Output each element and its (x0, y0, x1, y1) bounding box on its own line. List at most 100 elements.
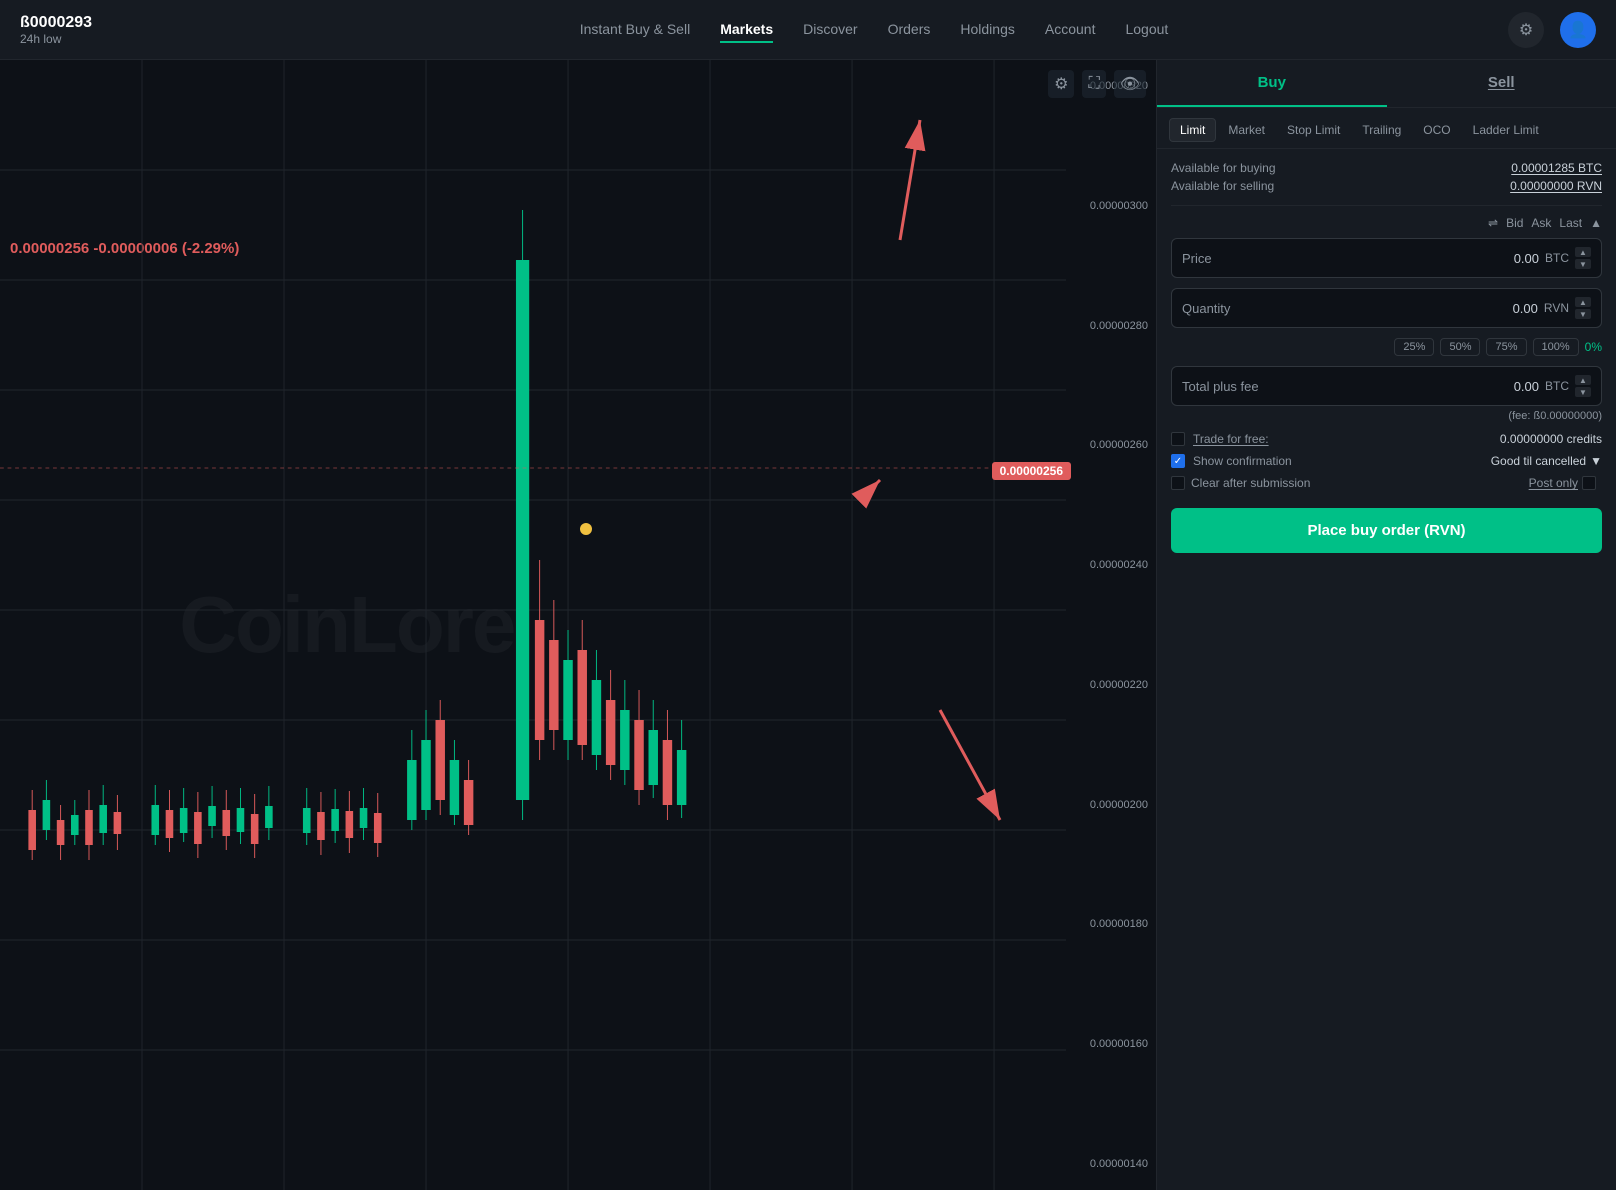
available-section: Available for buying 0.00001285 BTC Avai… (1171, 161, 1602, 206)
trade-for-free-value: 0.00000000 credits (1500, 432, 1602, 446)
quantity-down-btn[interactable]: ▼ (1575, 309, 1591, 319)
nav-links: Instant Buy & Sell Markets Discover Orde… (240, 17, 1508, 43)
trade-for-free-checkbox[interactable] (1171, 432, 1185, 446)
nav-right-controls: ⚙ 👤 (1508, 12, 1596, 48)
nav-orders[interactable]: Orders (888, 17, 931, 43)
pct-50-btn[interactable]: 50% (1440, 338, 1480, 356)
price-level-10: 0.00000140 (1074, 1158, 1148, 1170)
nav-logout[interactable]: Logout (1125, 17, 1168, 43)
trade-for-free-row: Trade for free: 0.00000000 credits (1171, 432, 1602, 446)
bid-ask-row: ⇌ Bid Ask Last ▲ (1171, 216, 1602, 230)
price-level-2: 0.00000300 (1074, 200, 1148, 212)
available-selling-row: Available for selling 0.00000000 RVN (1171, 179, 1602, 193)
total-currency: BTC (1545, 379, 1569, 393)
expand-icon[interactable]: ⛶ (1082, 70, 1105, 98)
total-up-btn[interactable]: ▲ (1575, 375, 1591, 385)
top-navigation: ß0000293 24h low Instant Buy & Sell Mark… (0, 0, 1616, 60)
order-tab-oco[interactable]: OCO (1413, 118, 1460, 142)
post-only-row: Post only (1529, 476, 1602, 490)
price-level-6: 0.00000220 (1074, 679, 1148, 691)
good-til-cancelled-dropdown[interactable]: Good til cancelled ▼ (1491, 454, 1602, 468)
pct-75-btn[interactable]: 75% (1486, 338, 1526, 356)
user-avatar[interactable]: 👤 (1560, 12, 1596, 48)
order-tab-ladder[interactable]: Ladder Limit (1463, 118, 1549, 142)
nav-discover[interactable]: Discover (803, 17, 857, 43)
price-level-4: 0.00000260 (1074, 439, 1148, 451)
chart-toolbar: ⚙ ⛶ 👁 (1048, 70, 1146, 98)
settings-icon-button[interactable]: ⚙ (1508, 12, 1544, 48)
post-only-checkbox[interactable] (1582, 476, 1596, 490)
sell-tab[interactable]: Sell (1387, 60, 1616, 107)
nav-account[interactable]: Account (1045, 17, 1096, 43)
price-level-9: 0.00000160 (1074, 1038, 1148, 1050)
filter-icon[interactable]: ⇌ (1488, 216, 1498, 230)
pct-current: 0% (1585, 340, 1602, 354)
order-type-tabs: Limit Market Stop Limit Trailing OCO Lad… (1157, 108, 1616, 149)
chart-canvas (0, 60, 1066, 1190)
dropdown-arrow-icon: ▼ (1590, 454, 1602, 468)
place-buy-order-button[interactable]: Place buy order (RVN) (1171, 508, 1602, 553)
quantity-currency: RVN (1544, 301, 1569, 315)
show-confirmation-label: Show confirmation (1193, 454, 1491, 468)
last-label[interactable]: Last (1559, 216, 1582, 230)
buy-tab[interactable]: Buy (1157, 60, 1387, 107)
price-value: 0.00 (1514, 251, 1539, 266)
total-label: Total plus fee (1182, 379, 1514, 394)
nav-markets[interactable]: Markets (720, 17, 773, 43)
chart-area: ⚙ ⛶ 👁 0.00000256 -0.00000006 (-2.29%) Co… (0, 60, 1156, 1190)
show-confirmation-checkbox[interactable]: ✓ (1171, 454, 1185, 468)
price-level-3: 0.00000280 (1074, 320, 1148, 332)
clear-after-submission-label: Clear after submission (1191, 476, 1529, 490)
price-down-btn[interactable]: ▼ (1575, 259, 1591, 269)
available-selling-label: Available for selling (1171, 179, 1274, 193)
ask-label[interactable]: Ask (1531, 216, 1551, 230)
post-only-label: Post only (1529, 476, 1578, 490)
price-currency: BTC (1545, 251, 1569, 265)
quantity-up-btn[interactable]: ▲ (1575, 297, 1591, 307)
percentage-row: 25% 50% 75% 100% 0% (1171, 338, 1602, 356)
gear-icon[interactable]: ⚙ (1048, 70, 1074, 98)
quantity-value: 0.00 (1513, 301, 1538, 316)
eye-icon[interactable]: 👁 (1114, 70, 1146, 98)
fee-note: (fee: ß0.00000000) (1171, 410, 1602, 422)
pct-25-btn[interactable]: 25% (1394, 338, 1434, 356)
scroll-up-icon: ▲ (1590, 216, 1602, 230)
total-value: 0.00 (1514, 379, 1539, 394)
pct-100-btn[interactable]: 100% (1533, 338, 1579, 356)
price-level-5: 0.00000240 (1074, 559, 1148, 571)
available-buying-row: Available for buying 0.00001285 BTC (1171, 161, 1602, 175)
available-buying-value: 0.00001285 BTC (1511, 161, 1602, 175)
total-down-btn[interactable]: ▼ (1575, 387, 1591, 397)
bid-label[interactable]: Bid (1506, 216, 1523, 230)
price-input-group[interactable]: Price 0.00 BTC ▲ ▼ (1171, 238, 1602, 278)
candlestick-chart (0, 60, 1066, 1190)
nav-holdings[interactable]: Holdings (960, 17, 1014, 43)
order-tab-market[interactable]: Market (1218, 118, 1275, 142)
order-tab-trailing[interactable]: Trailing (1352, 118, 1411, 142)
price-spinner: ▲ ▼ (1575, 247, 1591, 269)
price-level-8: 0.00000180 (1074, 918, 1148, 930)
clear-after-submission-checkbox[interactable] (1171, 476, 1185, 490)
order-panel: Buy Sell Limit Market Stop Limit Trailin… (1156, 60, 1616, 1190)
price-axis: 0.00000320 0.00000300 0.00000280 0.00000… (1066, 60, 1156, 1190)
total-input-group[interactable]: Total plus fee 0.00 BTC ▲ ▼ (1171, 366, 1602, 406)
quantity-label: Quantity (1182, 301, 1513, 316)
total-spinner: ▲ ▼ (1575, 375, 1591, 397)
good-til-cancelled-label: Good til cancelled (1491, 454, 1586, 468)
available-selling-value: 0.00000000 RVN (1510, 179, 1602, 193)
order-tab-stop-limit[interactable]: Stop Limit (1277, 118, 1350, 142)
ticker-id: ß0000293 (20, 14, 200, 32)
quantity-spinner: ▲ ▼ (1575, 297, 1591, 319)
price-label: Price (1182, 251, 1514, 266)
available-buying-label: Available for buying (1171, 161, 1276, 175)
price-up-btn[interactable]: ▲ (1575, 247, 1591, 257)
nav-instant-buy[interactable]: Instant Buy & Sell (580, 17, 691, 43)
main-layout: ⚙ ⛶ 👁 0.00000256 -0.00000006 (-2.29%) Co… (0, 60, 1616, 1190)
price-level-7: 0.00000200 (1074, 799, 1148, 811)
order-tab-limit[interactable]: Limit (1169, 118, 1216, 142)
current-price-tag: 0.00000256 (992, 462, 1071, 480)
panel-body: Available for buying 0.00001285 BTC Avai… (1157, 149, 1616, 1190)
quantity-input-group[interactable]: Quantity 0.00 RVN ▲ ▼ (1171, 288, 1602, 328)
trade-for-free-label[interactable]: Trade for free: (1193, 432, 1500, 446)
clear-after-submission-row: Clear after submission Post only (1171, 476, 1602, 490)
